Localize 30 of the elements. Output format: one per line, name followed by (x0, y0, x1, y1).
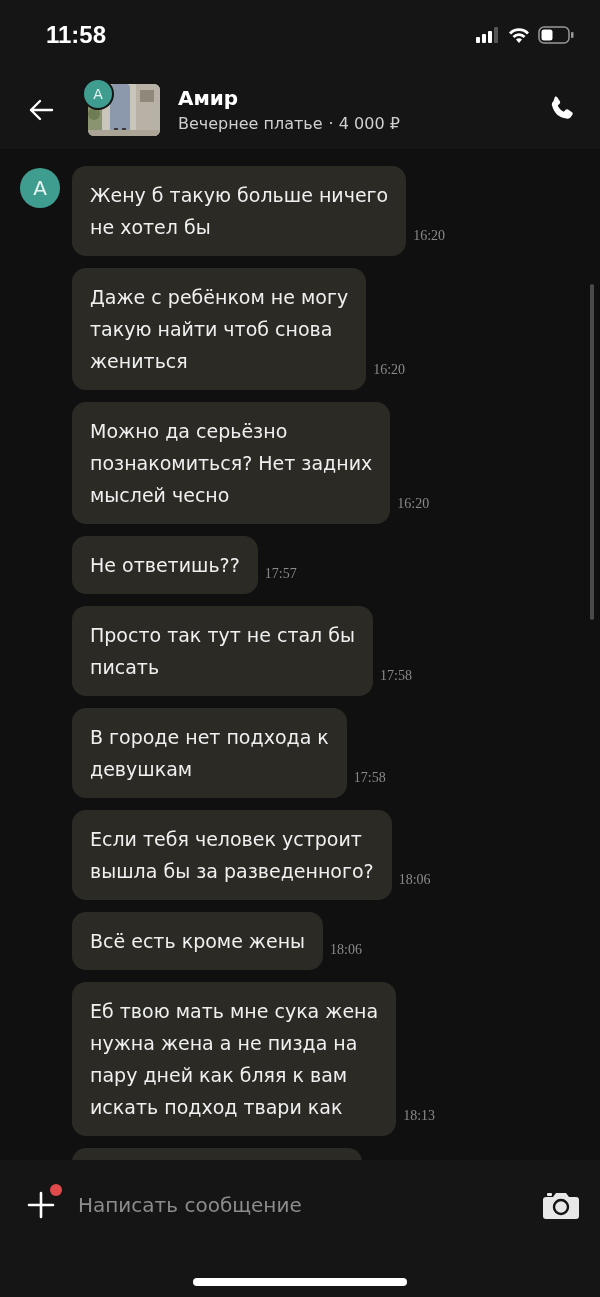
contact-avatar: А (82, 77, 114, 110)
message-bubble: Жену б такую больше ничего не хотел бы (72, 166, 407, 256)
battery-icon (538, 26, 574, 44)
message-time: 18:13 (403, 1108, 436, 1124)
message-bubble: Всё есть кроме жены (72, 912, 324, 970)
listing-price: · 4 000 ₽ (328, 114, 400, 133)
message-time: 16:20 (397, 496, 430, 512)
message-bubble: Даже с ребёнком не могу такую найти чтоб снова жениться (72, 268, 367, 390)
signal-icon (476, 27, 500, 43)
message-bubble: Если тебя человек устроит вышла бы за разведенного? (72, 810, 392, 900)
message-bubble: Можно да серьёзно познакомиться? Нет задних мыслей чесно (72, 402, 391, 524)
sender-avatar: А (20, 168, 60, 208)
message-time: 17:57 (264, 566, 297, 582)
message-time: 17:58 (353, 770, 386, 786)
camera-button[interactable] (542, 1190, 580, 1220)
wifi-icon (508, 27, 530, 43)
message-time: 17:58 (380, 668, 412, 684)
message-input[interactable]: Написать сообщение (78, 1187, 520, 1223)
contact-name: Амир (178, 86, 240, 110)
message-bubble: Не ответишь?? (72, 536, 258, 594)
message-bubble: Еб твою мать мне сука жена нужна жена а не пизда на пару дней как бляя к вам искать подход твари как (72, 982, 397, 1136)
status-time: 11:58 (46, 21, 107, 49)
plus-icon (26, 1190, 56, 1220)
message-time: 18:06 (330, 942, 362, 958)
listing-title[interactable]: Вечернее платье (178, 114, 323, 133)
message-time: 16:20 (373, 362, 406, 378)
message-time: 18:06 (398, 872, 431, 888)
message-bubble: Просто так тут не стал бы писать (72, 606, 373, 696)
message-bubble: В городе нет подхода к девушкам (72, 708, 347, 798)
message-time: 16:20 (413, 228, 446, 244)
